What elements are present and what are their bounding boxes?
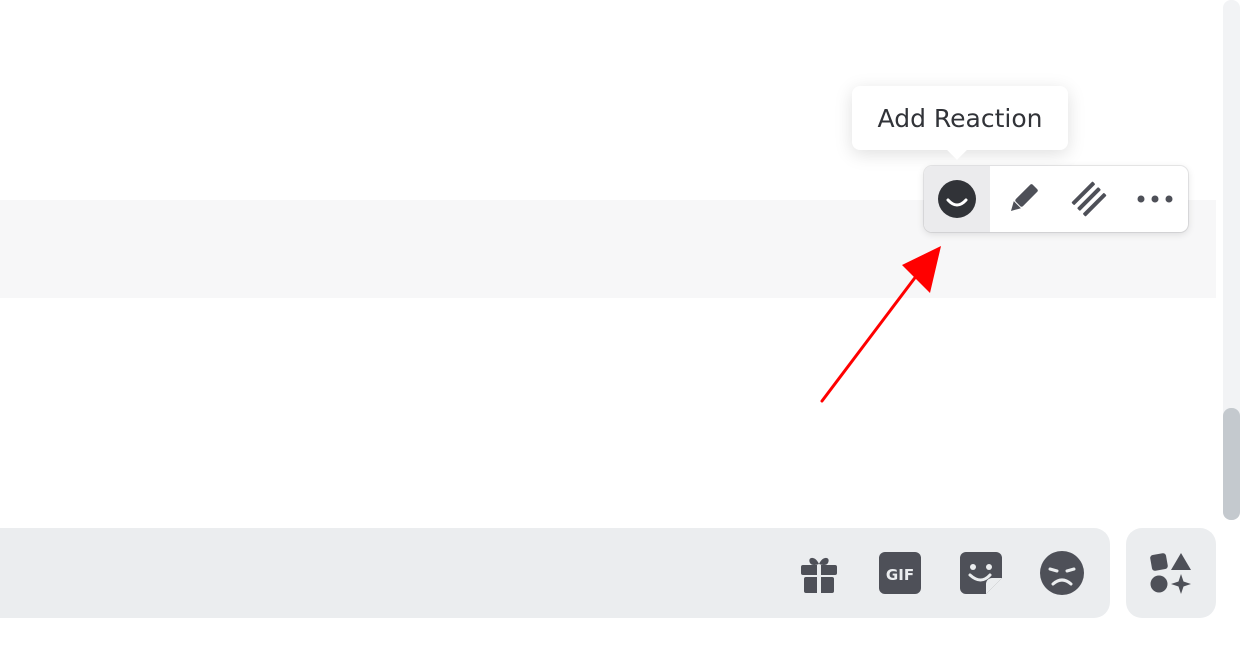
svg-text:GIF: GIF [886, 566, 914, 584]
tooltip-text: Add Reaction [877, 103, 1043, 133]
thread-icon [1071, 181, 1107, 217]
apps-button[interactable] [1126, 528, 1216, 618]
gif-button[interactable]: GIF [874, 547, 926, 599]
scrollbar-thumb[interactable] [1223, 408, 1240, 520]
edit-message-button[interactable] [990, 166, 1056, 232]
apps-icon [1150, 553, 1191, 594]
create-thread-button[interactable] [1056, 166, 1122, 232]
gif-icon: GIF [879, 552, 921, 594]
message-composer[interactable]: GIF [0, 528, 1110, 618]
sticker-icon [960, 552, 1002, 594]
gift-icon [801, 557, 837, 593]
ellipsis-icon [1137, 195, 1173, 203]
add-reaction-button[interactable] [924, 166, 990, 232]
more-options-button[interactable] [1122, 166, 1188, 232]
gift-button[interactable] [793, 547, 845, 599]
pencil-icon [1010, 184, 1038, 212]
emoji-button[interactable] [1036, 547, 1088, 599]
message-action-toolbar [924, 166, 1188, 232]
sticker-button[interactable] [955, 547, 1007, 599]
composer-buttons: GIF [764, 528, 1110, 618]
emoji-icon [1040, 551, 1084, 595]
smile-icon [938, 180, 976, 218]
add-reaction-tooltip: Add Reaction [852, 86, 1068, 150]
